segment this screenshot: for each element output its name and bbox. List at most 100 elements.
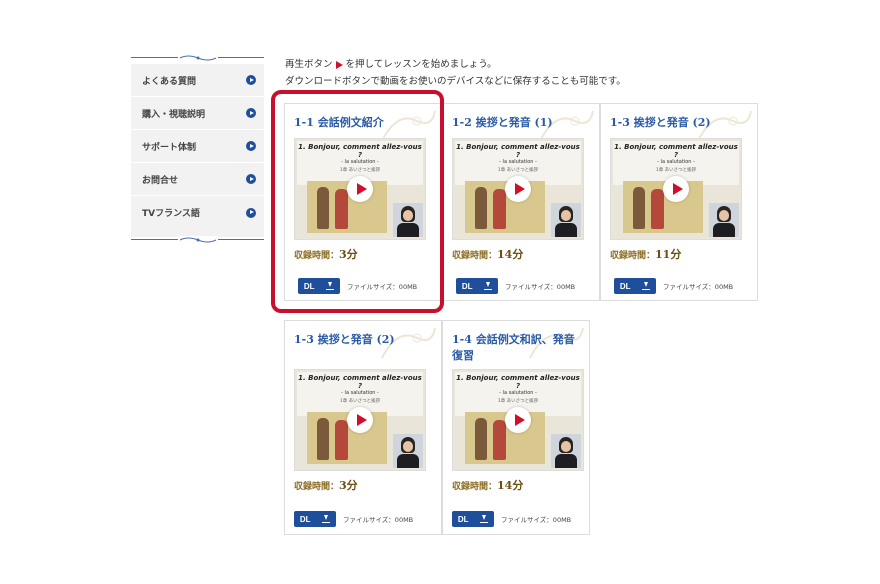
duration-value: 3分 xyxy=(339,479,358,492)
sidebar-menu: よくある質問 購入・視聴説明 サポート体制 お問合せ TVフランス語 xyxy=(131,64,264,237)
duration-value: 14分 xyxy=(497,479,524,492)
lesson-title[interactable]: 1-3 挨拶と発音 (2) xyxy=(294,332,433,348)
sidebar-item-label: お問合せ xyxy=(142,175,179,186)
slide-subtitle: - la salutation - xyxy=(499,159,537,165)
lesson-title[interactable]: 1-3 挨拶と発音 (2) xyxy=(610,115,749,131)
download-icon xyxy=(642,282,651,290)
duration: 収録時間：14分 xyxy=(452,477,523,493)
play-button[interactable] xyxy=(505,176,531,202)
intro-line-1: 再生ボタン を押してレッスンを始めましょう。 xyxy=(285,56,626,73)
file-size: ファイルサイズ：00MB xyxy=(343,516,414,524)
video-thumbnail[interactable]: 1. Bonjour, comment allez-vous ? - la sa… xyxy=(294,369,426,471)
sidebar-item-contact[interactable]: お問合せ xyxy=(131,163,264,196)
slide-subtitle-2: 1章 あいさつと挨拶 xyxy=(339,168,381,173)
sidebar-item-support[interactable]: サポート体制 xyxy=(131,130,264,163)
chevron-right-icon xyxy=(246,75,256,85)
slide-subtitle: - la salutation - xyxy=(657,159,695,165)
slide-heading: 1. Bonjour, comment allez-vous ? xyxy=(614,143,738,159)
slide-heading: 1. Bonjour, comment allez-vous ? xyxy=(298,374,422,390)
duration: 収録時間：3分 xyxy=(294,477,358,493)
file-size: ファイルサイズ：00MB xyxy=(663,283,734,291)
instructor-image xyxy=(709,203,739,237)
play-icon xyxy=(335,60,343,69)
instructor-image xyxy=(393,203,423,237)
lesson-title[interactable]: 1-4 会話例文和訳、発音復習 xyxy=(452,332,581,364)
slide-heading: 1. Bonjour, comment allez-vous ? xyxy=(298,143,422,159)
lesson-title[interactable]: 1-1 会話例文紹介 xyxy=(294,115,433,131)
duration-label: 収録時間： xyxy=(452,251,498,261)
sidebar-bottom-ornament xyxy=(131,236,264,244)
slide-heading: 1. Bonjour, comment allez-vous ? xyxy=(456,374,580,390)
slide-subtitle: - la salutation - xyxy=(341,159,379,165)
play-button[interactable] xyxy=(505,407,531,433)
lesson-card: 1-1 会話例文紹介 1. Bonjour, comment allez-vou… xyxy=(284,103,442,301)
download-icon xyxy=(484,282,493,290)
video-thumbnail[interactable]: 1. Bonjour, comment allez-vous ? - la sa… xyxy=(452,369,584,471)
download-row: DL ファイルサイズ：00MB xyxy=(294,511,413,527)
sidebar-item-label: 購入・視聴説明 xyxy=(142,109,206,120)
chevron-right-icon xyxy=(246,207,256,218)
instructor-image xyxy=(393,434,423,468)
duration: 収録時間：14分 xyxy=(452,246,523,262)
sidebar-item-label: TVフランス語 xyxy=(142,209,200,219)
duration: 収録時間：3分 xyxy=(294,246,358,262)
intro-text-part: を押してレッスンを始めましょう。 xyxy=(345,59,497,70)
video-thumbnail[interactable]: 1. Bonjour, comment allez-vous ? - la sa… xyxy=(294,138,426,240)
instructor-image xyxy=(551,434,581,468)
video-thumbnail[interactable]: 1. Bonjour, comment allez-vous ? - la sa… xyxy=(452,138,584,240)
sidebar: よくある質問 購入・視聴説明 サポート体制 お問合せ TVフランス語 xyxy=(131,54,264,244)
instructor-image xyxy=(551,203,581,237)
file-size: ファイルサイズ：00MB xyxy=(505,283,576,291)
play-button[interactable] xyxy=(347,407,373,433)
intro-text: 再生ボタン を押してレッスンを始めましょう。 ダウンロードボタンで動画をお使いのデ… xyxy=(285,56,626,90)
download-row: DL ファイルサイズ：00MB xyxy=(298,278,417,294)
download-row: DL ファイルサイズ：00MB xyxy=(452,511,571,527)
download-label: DL xyxy=(457,514,469,524)
file-size: ファイルサイズ：00MB xyxy=(347,283,418,291)
slide-subtitle-2: 1章 あいさつと挨拶 xyxy=(339,399,381,404)
intro-text-part: 再生ボタン xyxy=(285,59,333,70)
duration-label: 収録時間： xyxy=(294,251,340,261)
sidebar-item-faq[interactable]: よくある質問 xyxy=(131,64,264,97)
download-button[interactable]: DL xyxy=(452,511,494,527)
download-icon xyxy=(326,282,335,290)
duration: 収録時間：11分 xyxy=(610,246,681,262)
chevron-right-icon xyxy=(246,108,256,118)
download-button[interactable]: DL xyxy=(614,278,656,294)
play-button[interactable] xyxy=(347,176,373,202)
slide-subtitle: - la salutation - xyxy=(341,390,379,396)
slide-subtitle-2: 1章 あいさつと挨拶 xyxy=(655,168,697,173)
sidebar-item-label: よくある質問 xyxy=(142,76,197,87)
chevron-right-icon xyxy=(246,174,256,184)
download-label: DL xyxy=(303,281,315,291)
duration-value: 11分 xyxy=(655,248,682,261)
duration-value: 3分 xyxy=(339,248,358,261)
slide-subtitle-2: 1章 あいさつと挨拶 xyxy=(497,168,539,173)
download-button[interactable]: DL xyxy=(294,511,336,527)
duration-label: 収録時間： xyxy=(452,482,498,492)
download-icon xyxy=(322,515,331,523)
lesson-card: 1-3 挨拶と発音 (2) 1. Bonjour, comment allez-… xyxy=(600,103,758,301)
download-button[interactable]: DL xyxy=(456,278,498,294)
download-row: DL ファイルサイズ：00MB xyxy=(614,278,733,294)
duration-label: 収録時間： xyxy=(610,251,656,261)
video-thumbnail[interactable]: 1. Bonjour, comment allez-vous ? - la sa… xyxy=(610,138,742,240)
sidebar-top-ornament xyxy=(131,54,264,62)
slide-heading: 1. Bonjour, comment allez-vous ? xyxy=(456,143,580,159)
sidebar-item-tv-french[interactable]: TVフランス語 xyxy=(131,196,264,229)
lesson-card: 1-2 挨拶と発音 (1) 1. Bonjour, comment allez-… xyxy=(442,103,600,301)
lesson-title[interactable]: 1-2 挨拶と発音 (1) xyxy=(452,115,591,131)
download-button[interactable]: DL xyxy=(298,278,340,294)
download-label: DL xyxy=(619,281,631,291)
download-label: DL xyxy=(299,514,311,524)
download-label: DL xyxy=(461,281,473,291)
duration-label: 収録時間： xyxy=(294,482,340,492)
sidebar-item-purchase[interactable]: 購入・視聴説明 xyxy=(131,97,264,130)
download-row: DL ファイルサイズ：00MB xyxy=(456,278,575,294)
sidebar-item-label: サポート体制 xyxy=(142,142,197,153)
play-button[interactable] xyxy=(663,176,689,202)
file-size: ファイルサイズ：00MB xyxy=(501,516,572,524)
duration-value: 14分 xyxy=(497,248,524,261)
lesson-card: 1-4 会話例文和訳、発音復習 1. Bonjour, comment alle… xyxy=(442,320,590,535)
slide-subtitle-2: 1章 あいさつと挨拶 xyxy=(497,399,539,404)
